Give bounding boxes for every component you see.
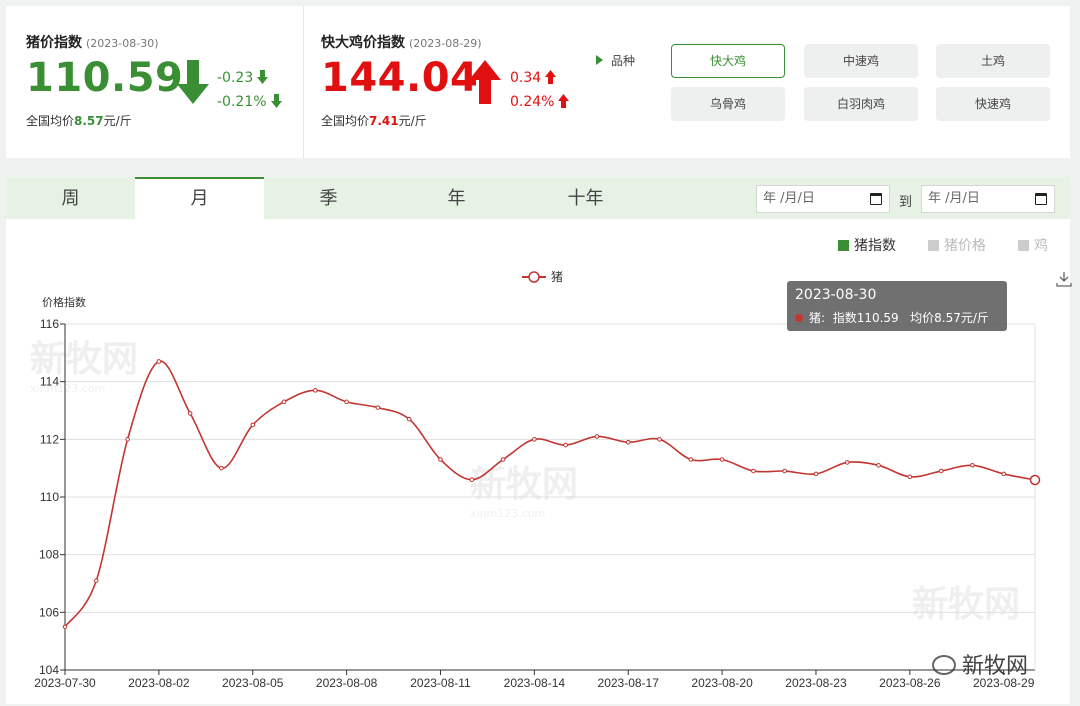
y-tick-label: 110 bbox=[40, 490, 59, 504]
pig-index-line-chart: 104 106 108 110 112 114 116 2023-07-30 2023-08-0… bbox=[34, 270, 1041, 690]
tooltip-avg: 均价8.57元/斤 bbox=[910, 311, 989, 325]
x-tick-label: 2023-08-02 bbox=[128, 676, 190, 690]
x-tick-label: 2023-08-08 bbox=[316, 676, 378, 690]
data-point bbox=[125, 437, 130, 442]
data-point bbox=[281, 399, 287, 405]
tooltip-series-name: 猪: bbox=[809, 311, 826, 325]
data-point bbox=[62, 624, 68, 630]
data-point bbox=[657, 437, 662, 442]
data-point bbox=[438, 457, 443, 462]
data-point bbox=[344, 399, 349, 405]
data-point bbox=[1029, 474, 1041, 486]
data-point bbox=[156, 359, 162, 364]
y-axis-label: 价格指数 bbox=[42, 295, 86, 309]
legend-label: 猪 bbox=[551, 270, 563, 284]
data-point bbox=[594, 434, 600, 439]
x-tick-label: 2023-08-20 bbox=[691, 676, 753, 690]
data-point bbox=[625, 439, 631, 445]
tooltip-index: 指数110.59 bbox=[832, 311, 899, 325]
y-tick-label: 112 bbox=[40, 432, 59, 446]
chart-tooltip: 2023-08-30 猪: 指数110.59 均价8.57元/斤 bbox=[787, 281, 1007, 331]
x-tick-label: 2023-08-05 bbox=[222, 676, 284, 690]
data-point bbox=[406, 416, 412, 422]
y-tick-label: 108 bbox=[39, 548, 59, 562]
y-tick-label: 114 bbox=[40, 375, 59, 389]
data-point bbox=[751, 468, 756, 474]
data-point bbox=[1001, 471, 1007, 477]
data-point bbox=[782, 468, 787, 474]
data-point bbox=[93, 578, 99, 583]
data-point bbox=[532, 437, 537, 442]
x-tick-label: 2023-08-26 bbox=[879, 676, 941, 690]
data-point bbox=[907, 474, 913, 480]
data-point bbox=[813, 471, 819, 477]
data-point bbox=[500, 457, 506, 462]
x-tick-label: 2023-08-17 bbox=[598, 676, 660, 690]
data-point bbox=[313, 388, 318, 393]
data-point bbox=[970, 462, 975, 468]
x-tick-label: 2023-08-29 bbox=[973, 676, 1035, 690]
data-point bbox=[469, 477, 475, 483]
tooltip-date: 2023-08-30 bbox=[795, 287, 877, 303]
data-point bbox=[719, 457, 725, 462]
x-tick-label: 2023-08-14 bbox=[504, 676, 566, 690]
y-tick-label: 106 bbox=[39, 605, 59, 619]
data-point bbox=[250, 422, 256, 428]
series-line-pig bbox=[64, 360, 1036, 628]
tooltip-values: 猪: 指数110.59 均价8.57元/斤 bbox=[795, 309, 999, 326]
series-dot-icon bbox=[795, 314, 803, 322]
data-point bbox=[688, 457, 694, 462]
data-point bbox=[938, 468, 944, 474]
y-tick-label: 104 bbox=[39, 663, 59, 677]
data-point bbox=[563, 442, 568, 448]
data-point bbox=[375, 405, 381, 410]
data-point bbox=[876, 462, 881, 468]
data-point bbox=[844, 460, 850, 465]
legend-marker bbox=[528, 271, 540, 283]
data-point bbox=[187, 411, 193, 416]
x-tick-label: 2023-07-30 bbox=[34, 676, 96, 690]
y-tick-label: 116 bbox=[40, 317, 59, 331]
data-point bbox=[219, 465, 224, 471]
x-tick-label: 2023-08-11 bbox=[410, 676, 471, 690]
x-tick-label: 2023-08-23 bbox=[785, 676, 847, 690]
